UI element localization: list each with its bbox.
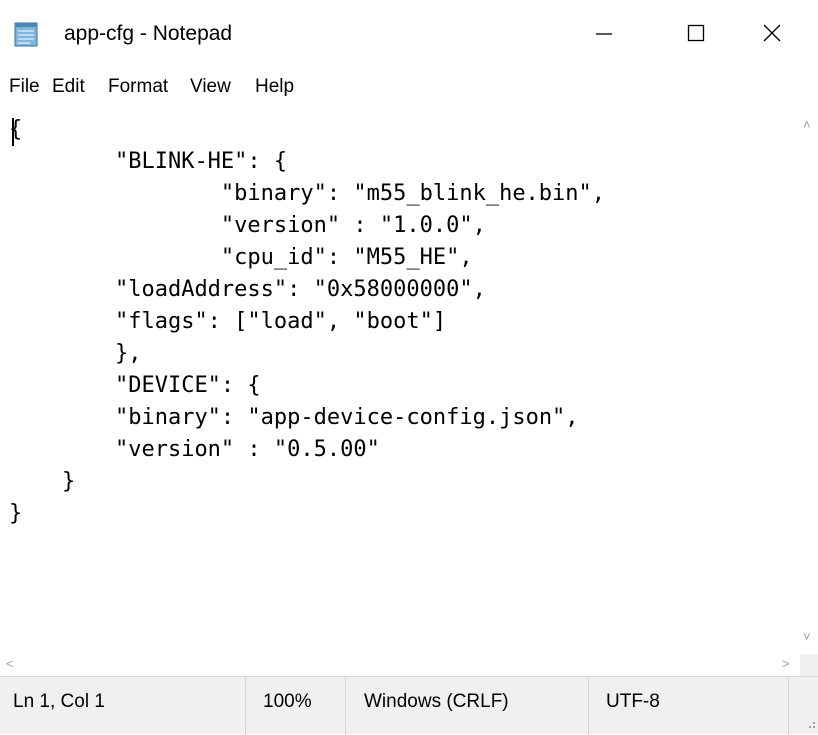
menu-format[interactable]: Format xyxy=(108,74,168,100)
close-icon xyxy=(763,24,781,42)
text-caret xyxy=(12,118,14,146)
window-title: app-cfg - Notepad xyxy=(64,22,233,45)
menu-view[interactable]: View xyxy=(190,74,231,100)
text-editor[interactable]: { "BLINK-HE": { "binary": "m55_blink_he.… xyxy=(0,106,800,654)
minimize-button[interactable] xyxy=(558,0,650,66)
menu-file[interactable]: File xyxy=(9,74,40,100)
menu-help[interactable]: Help xyxy=(255,74,294,100)
title-bar[interactable]: app-cfg - Notepad xyxy=(0,0,818,66)
close-button[interactable] xyxy=(726,0,818,66)
vertical-scrollbar[interactable]: ˄ ˅ xyxy=(800,106,818,654)
cursor-position: Ln 1, Col 1 xyxy=(13,691,105,712)
scroll-down-arrow-icon[interactable]: ˅ xyxy=(803,630,811,644)
menu-bar: File Edit Format View Help xyxy=(0,66,818,106)
maximize-icon xyxy=(687,24,705,42)
line-ending: Windows (CRLF) xyxy=(364,691,509,712)
editor-content[interactable]: { "BLINK-HE": { "binary": "m55_blink_he.… xyxy=(9,114,605,530)
minimize-icon xyxy=(596,33,612,35)
encoding: UTF-8 xyxy=(606,691,660,712)
status-divider xyxy=(588,677,589,735)
scroll-up-arrow-icon[interactable]: ˄ xyxy=(803,118,811,132)
status-divider xyxy=(345,677,346,735)
scroll-right-arrow-icon[interactable]: > xyxy=(782,657,790,671)
resize-grip-icon[interactable] xyxy=(800,712,818,732)
scroll-left-arrow-icon[interactable]: < xyxy=(6,657,14,671)
status-divider xyxy=(245,677,246,735)
status-bar: Ln 1, Col 1 100% Windows (CRLF) UTF-8 xyxy=(0,676,818,735)
notepad-icon xyxy=(14,22,38,47)
zoom-level: 100% xyxy=(263,691,312,712)
status-divider xyxy=(788,677,789,735)
horizontal-scrollbar[interactable]: < > xyxy=(0,654,800,676)
scrollbar-corner xyxy=(800,654,818,676)
menu-edit[interactable]: Edit xyxy=(52,74,85,100)
